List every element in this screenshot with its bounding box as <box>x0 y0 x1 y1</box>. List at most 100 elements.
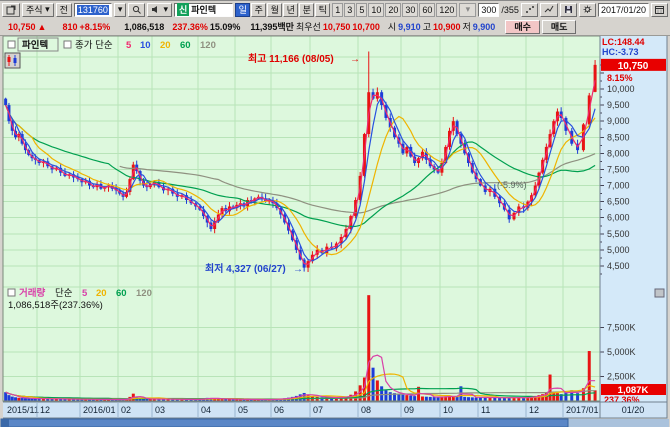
trendline-tool-button[interactable] <box>540 3 558 17</box>
calendar-icon <box>655 5 664 14</box>
search-icon <box>132 5 141 14</box>
volume-value: 1,086,518 <box>124 22 164 32</box>
svg-text:2017/01: 2017/01 <box>566 405 599 415</box>
svg-text:7,500K: 7,500K <box>607 323 636 333</box>
svg-text:2,500K: 2,500K <box>607 372 636 382</box>
svg-text:11: 11 <box>481 405 490 415</box>
svg-text:최저 4,327 (06/27): 최저 4,327 (06/27) <box>205 262 286 275</box>
svg-text:12: 12 <box>529 405 539 415</box>
open-price: 9,910 <box>398 22 421 32</box>
volume-ratio: 237.36% <box>172 22 208 32</box>
svg-text:1,086,518주(237.36%): 1,086,518주(237.36%) <box>8 300 103 311</box>
save-button[interactable] <box>560 3 577 17</box>
best-quote-label: 최우선 <box>296 20 321 33</box>
svg-text:최고 11,166 (08/05): 최고 11,166 (08/05) <box>248 52 334 65</box>
svg-text:파인텍: 파인텍 <box>22 39 48 51</box>
period-button-주[interactable]: 주 <box>251 3 266 17</box>
svg-text:단순: 단순 <box>55 288 73 299</box>
svg-text:05: 05 <box>238 405 248 415</box>
interval-button-120[interactable]: 120 <box>436 3 457 17</box>
window-menu-button[interactable] <box>2 3 20 17</box>
calendar-button[interactable] <box>651 3 668 17</box>
ma-period-label: 20 <box>96 288 107 299</box>
svg-text:9,500: 9,500 <box>607 100 630 110</box>
svg-text:08: 08 <box>361 405 371 415</box>
period-button-월[interactable]: 월 <box>267 3 282 17</box>
settings-button[interactable] <box>579 3 596 17</box>
sell-button[interactable]: 매도 <box>542 20 577 34</box>
interval-button-30[interactable]: 30 <box>402 3 418 17</box>
svg-text:7,000: 7,000 <box>607 181 630 191</box>
chart-date-field[interactable]: 2017/01/20 <box>598 3 649 17</box>
stock-name-field[interactable]: 신 파인텍 <box>174 3 233 17</box>
svg-text:HC:-3.73: HC:-3.73 <box>602 47 639 57</box>
stock-chart-canvas[interactable]: 10,0009,5009,0008,5008,0007,5007,0006,50… <box>0 1 670 427</box>
period-button-일[interactable]: 일 <box>235 3 250 17</box>
svg-text:→: → <box>293 264 303 275</box>
buy-button[interactable]: 매수 <box>505 20 540 34</box>
svg-text:07: 07 <box>313 405 323 415</box>
stock-name-label: 파인텍 <box>191 3 216 16</box>
stock-code-input[interactable]: 131760 <box>74 3 112 17</box>
chart-style-select[interactable]: ▾ <box>459 3 476 17</box>
period-button-분[interactable]: 분 <box>299 3 314 17</box>
asset-type-select[interactable]: 주식 ▾ <box>22 3 54 17</box>
interval-button-3[interactable]: 3 <box>344 3 355 17</box>
svg-text:LC:148.44: LC:148.44 <box>602 37 645 47</box>
high-price: 10,900 <box>433 22 461 32</box>
toolbar-main: 주식 ▾ 전 131760 ▾ ▾ 신 파인텍 일주월년분틱 135102030… <box>0 1 670 18</box>
svg-text:10,750: 10,750 <box>618 61 649 72</box>
asset-type-label: 주식 <box>26 3 43 16</box>
svg-text:10,000: 10,000 <box>607 84 635 94</box>
svg-text:→: → <box>350 54 360 65</box>
speaker-icon <box>151 5 163 14</box>
up-arrow-icon: ▲ <box>38 22 47 32</box>
interval-buttons: 13510203060120 <box>332 3 457 17</box>
snapshot-button[interactable] <box>521 3 538 17</box>
svg-text:2016/01: 2016/01 <box>83 405 116 415</box>
stock-code-value: 131760 <box>77 5 109 15</box>
ma-period-label: 60 <box>116 288 127 299</box>
svg-text:(-5.9%): (-5.9%) <box>497 180 527 190</box>
svg-text:9,000: 9,000 <box>607 116 630 126</box>
search-button[interactable] <box>128 3 145 17</box>
svg-text:02: 02 <box>121 405 131 415</box>
interval-button-60[interactable]: 60 <box>419 3 435 17</box>
svg-text:12: 12 <box>40 405 50 415</box>
svg-text:8,000: 8,000 <box>607 148 630 158</box>
save-icon <box>564 5 573 14</box>
ma-period-label: 20 <box>160 40 171 51</box>
interval-button-10[interactable]: 10 <box>368 3 384 17</box>
low-label: 저 <box>463 20 471 33</box>
turnover-pct: 15.09% <box>210 22 241 32</box>
svg-text:04: 04 <box>201 405 211 415</box>
svg-text:01/20: 01/20 <box>622 405 645 415</box>
dots-icon <box>525 5 534 14</box>
candle-style-button[interactable] <box>5 53 20 68</box>
svg-text:6,500: 6,500 <box>607 197 630 207</box>
period-button-년[interactable]: 년 <box>283 3 298 17</box>
ma-period-label: 120 <box>136 288 152 299</box>
interval-button-5[interactable]: 5 <box>356 3 367 17</box>
ma-period-label: 60 <box>180 40 191 51</box>
sound-button[interactable]: ▾ <box>147 3 172 17</box>
open-label: 시 <box>388 20 396 33</box>
best-ask: 10,750 <box>323 22 351 32</box>
price-legend: 파인텍종가 단순5102060120 <box>8 38 216 51</box>
interval-button-1[interactable]: 1 <box>332 3 343 17</box>
svg-text:거래량: 거래량 <box>19 287 45 299</box>
interval-button-20[interactable]: 20 <box>385 3 401 17</box>
pane-resize-grip[interactable] <box>655 289 664 297</box>
period-button-틱[interactable]: 틱 <box>315 3 330 17</box>
current-price: 10,750 <box>8 22 36 32</box>
prev-button[interactable]: 전 <box>56 3 72 17</box>
quote-bar: 10,750 ▲ 810 +8.15% 1,086,518 237.36% 15… <box>0 18 670 36</box>
high-label: 고 <box>423 20 431 33</box>
hts-chart-window: { "toolbar": { "asset_type": "주식", "prev… <box>0 0 670 427</box>
svg-text:종가 단순: 종가 단순 <box>75 40 113 51</box>
svg-text:8,500: 8,500 <box>607 132 630 142</box>
code-dropdown-button[interactable]: ▾ <box>114 3 127 17</box>
svg-text:03: 03 <box>155 405 165 415</box>
price-change-pct: +8.15% <box>79 22 110 32</box>
bar-count-input[interactable]: 300 <box>478 3 499 17</box>
